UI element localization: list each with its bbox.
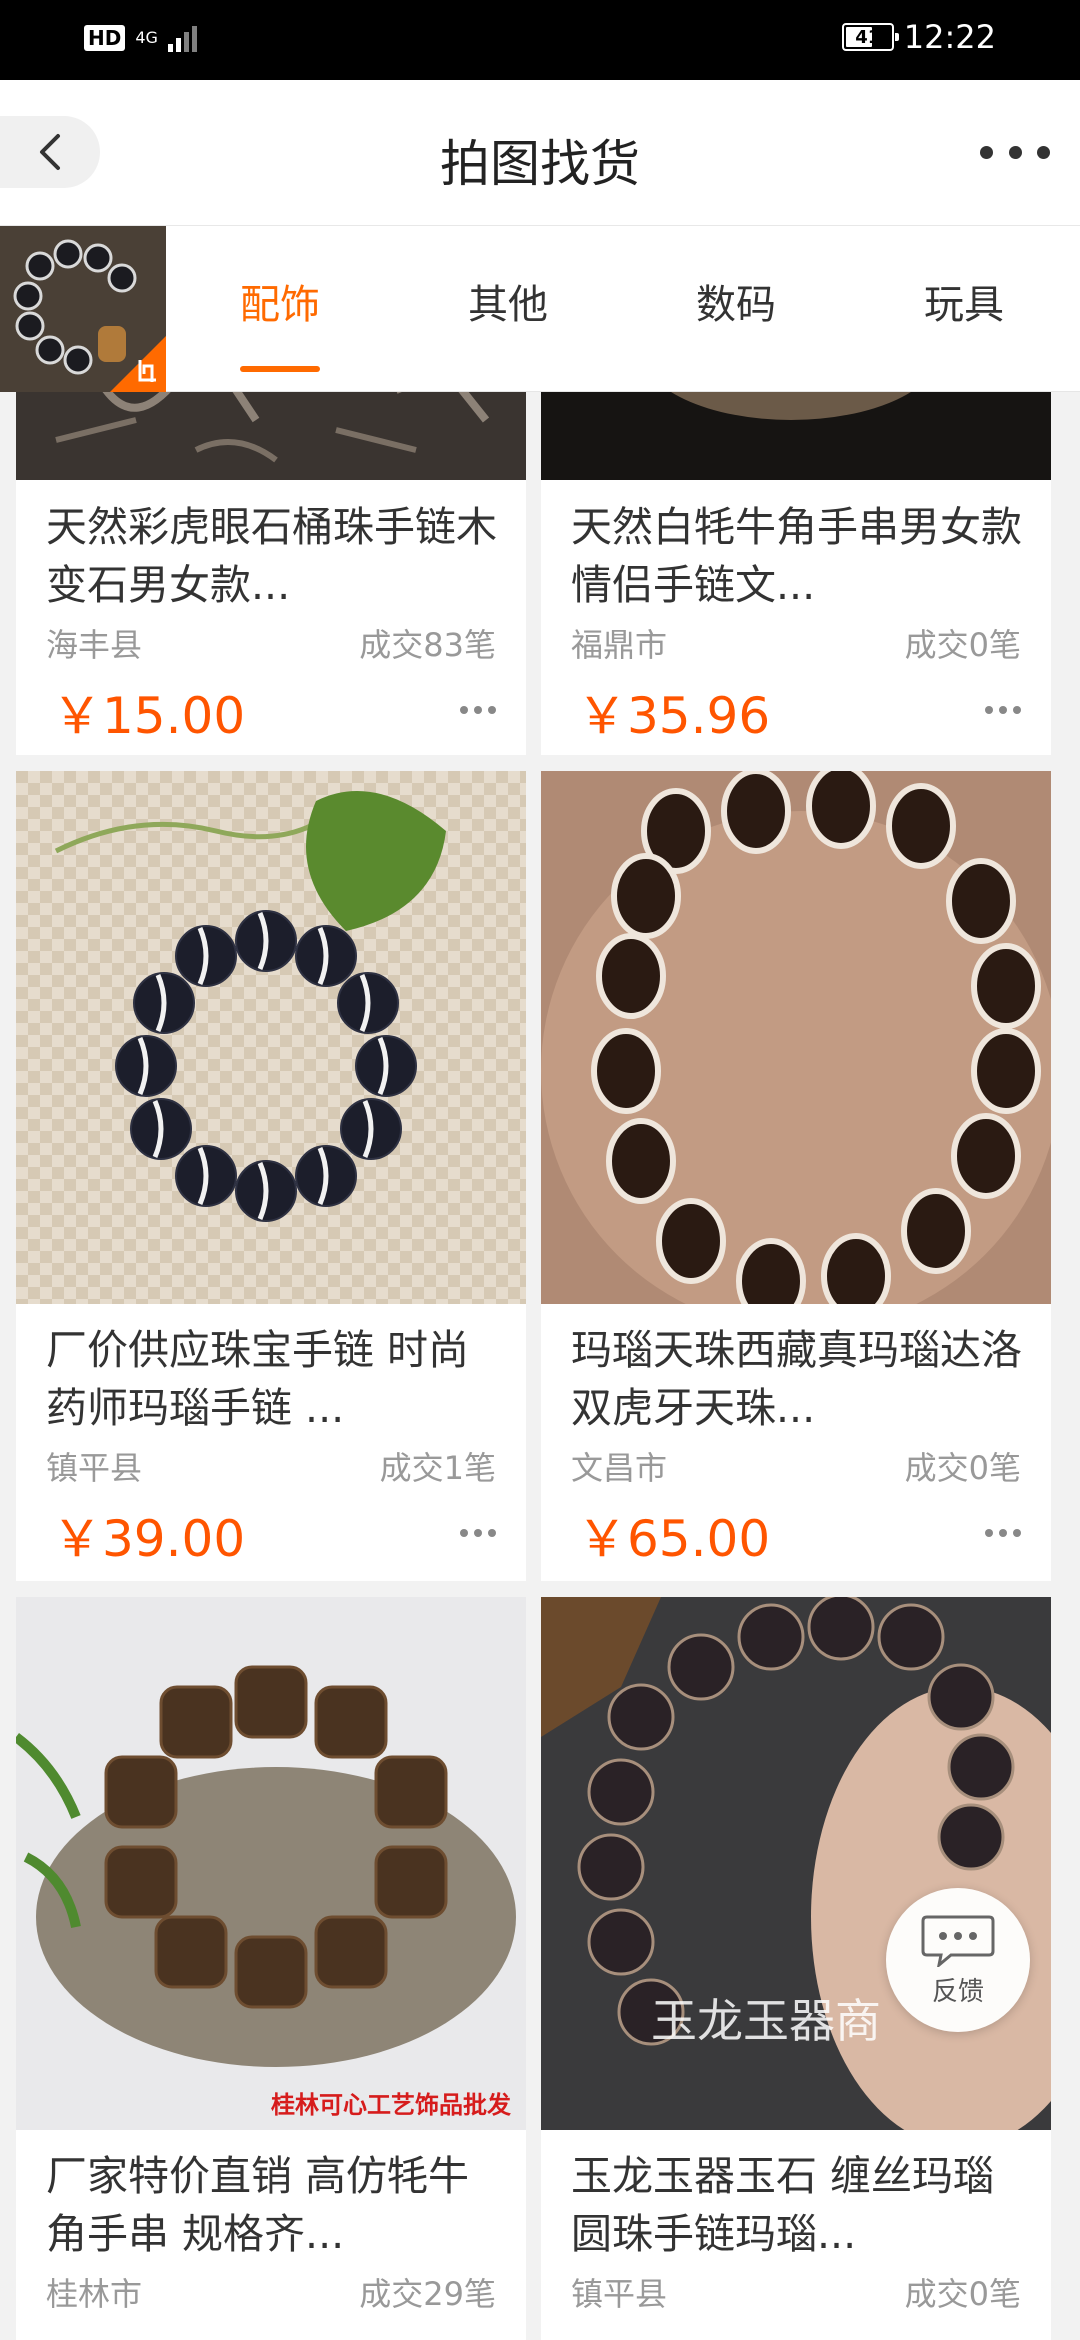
dot xyxy=(1037,145,1050,159)
product-title[interactable]: 天然白牦牛角手串男女款情侣手链文... xyxy=(571,498,1029,614)
product-location: 文昌市 xyxy=(571,1449,668,1487)
category-tab-bar: 配饰 其他 数码 玩具 xyxy=(0,226,1080,392)
product-title[interactable]: 厂价供应珠宝手链 时尚药师玛瑙手链 ... xyxy=(46,1321,504,1437)
product-card[interactable]: 天然白牦牛角手串男女款情侣手链文... 福鼎市 成交0笔 ￥35.96 xyxy=(541,330,1051,755)
product-more-button[interactable] xyxy=(985,706,1021,716)
product-image-art: 桂林可心工艺饰品批发 xyxy=(16,1597,526,2130)
tab-toys[interactable]: 玩具 xyxy=(884,226,1044,392)
tab-label: 玩具 xyxy=(924,282,1004,328)
product-title[interactable]: 玛瑙天珠西藏真玛瑙达洛双虎牙天珠... xyxy=(571,1321,1029,1437)
product-card[interactable]: 桂林可心工艺饰品批发 厂家特价直销 高仿牦牛角手串 规格齐... 桂林市 成交2… xyxy=(16,1597,526,2340)
product-location: 海丰县 xyxy=(46,626,143,664)
image-watermark: 桂林可心工艺饰品批发 xyxy=(271,2090,511,2119)
page-title: 拍图找货 xyxy=(440,135,640,193)
feedback-button[interactable]: 反馈 xyxy=(886,1888,1030,2032)
product-image[interactable]: 桂林可心工艺饰品批发 xyxy=(16,1597,526,2130)
tab-label: 其他 xyxy=(468,282,548,328)
product-sales: 成交1笔 xyxy=(379,1449,496,1487)
more-options-button[interactable] xyxy=(980,130,1050,174)
product-price: ￥39.00 xyxy=(52,1510,246,1568)
product-title[interactable]: 天然彩虎眼石桶珠手链木变石男女款... xyxy=(46,498,504,614)
battery-level: 41 xyxy=(855,26,881,48)
product-image[interactable] xyxy=(16,771,526,1304)
status-bar: HD 4G 41 12:22 xyxy=(0,0,1080,80)
hd-icon: HD xyxy=(84,25,126,51)
product-title[interactable]: 玉龙玉器玉石 缠丝玛瑙圆珠手链玛瑙... xyxy=(571,2147,1029,2263)
product-more-button[interactable] xyxy=(460,706,496,716)
app-header: 拍图找货 xyxy=(0,80,1080,226)
product-more-button[interactable] xyxy=(460,1529,496,1539)
clock: 12:22 xyxy=(903,18,996,56)
tab-accessories[interactable]: 配饰 xyxy=(200,226,360,392)
battery-icon: 41 xyxy=(841,23,899,51)
product-image-art: 玉龙玉器商 xyxy=(541,1597,1051,2130)
product-image-art xyxy=(16,771,526,1304)
product-card[interactable]: 天然彩虎眼石桶珠手链木变石男女款... 海丰县 成交83笔 ￥15.00 xyxy=(16,330,526,755)
tab-label: 数码 xyxy=(696,282,776,328)
product-price: ￥15.00 xyxy=(52,687,246,745)
signal-icon xyxy=(167,24,197,52)
product-sales: 成交0笔 xyxy=(904,626,1021,664)
bracelet-photo xyxy=(0,226,166,392)
tab-other[interactable]: 其他 xyxy=(428,226,588,392)
chat-bubble-icon xyxy=(921,1915,995,1967)
product-card[interactable]: 玛瑙天珠西藏真玛瑙达洛双虎牙天珠... 文昌市 成交0笔 ￥65.00 xyxy=(541,771,1051,1581)
status-right: 41 12:22 xyxy=(841,18,996,56)
feedback-label: 反馈 xyxy=(931,1976,984,2007)
product-sales: 成交83笔 xyxy=(359,626,496,664)
product-sales: 成交0笔 xyxy=(904,2275,1021,2313)
product-location: 镇平县 xyxy=(571,2275,668,2313)
search-image-thumbnail[interactable] xyxy=(0,226,166,392)
status-left: HD 4G xyxy=(84,24,197,52)
tab-label: 配饰 xyxy=(240,282,320,328)
product-card[interactable]: 厂价供应珠宝手链 时尚药师玛瑙手链 ... 镇平县 成交1笔 ￥39.00 xyxy=(16,771,526,1581)
product-location: 镇平县 xyxy=(46,1449,143,1487)
product-more-button[interactable] xyxy=(985,1529,1021,1539)
product-image[interactable] xyxy=(541,771,1051,1304)
active-tab-indicator xyxy=(240,366,320,372)
tab-digital[interactable]: 数码 xyxy=(656,226,816,392)
network-type: 4G xyxy=(135,28,158,47)
product-location: 桂林市 xyxy=(46,2275,143,2313)
dot xyxy=(980,145,993,159)
product-sales: 成交29笔 xyxy=(359,2275,496,2313)
product-image[interactable]: 玉龙玉器商 xyxy=(541,1597,1051,2130)
product-image-art xyxy=(541,771,1051,1304)
product-price: ￥65.00 xyxy=(577,1510,771,1568)
dot xyxy=(1008,145,1022,159)
product-location: 福鼎市 xyxy=(571,626,668,664)
product-sales: 成交0笔 xyxy=(904,1449,1021,1487)
product-title[interactable]: 厂家特价直销 高仿牦牛角手串 规格齐... xyxy=(46,2147,504,2263)
image-watermark: 玉龙玉器商 xyxy=(651,1994,881,2048)
product-price: ￥35.96 xyxy=(577,687,771,745)
